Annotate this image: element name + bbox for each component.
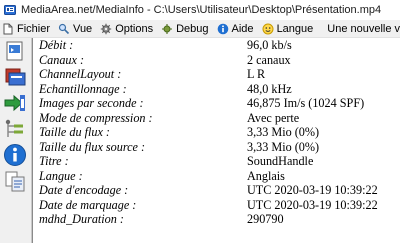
- update-available-notice[interactable]: Une nouvelle version est disponible: [327, 23, 400, 35]
- info-row: Canaux : 2 canaux: [33, 53, 400, 68]
- mediainfo-app-icon: [4, 5, 16, 15]
- info-row: Date de marquage : UTC 2020-03-19 10:39:2…: [33, 198, 400, 213]
- info-key: Débit :: [39, 38, 74, 52]
- menu-langue[interactable]: Langue: [262, 22, 314, 35]
- language-icon: [262, 23, 274, 34]
- menu-label-aide: Aide: [231, 22, 254, 35]
- menu-options[interactable]: Options: [100, 23, 153, 35]
- info-row: mdhd_Duration : 290790: [33, 212, 400, 227]
- sidebar-toolbar: [0, 38, 32, 243]
- media-info-panel[interactable]: Débit : 96,0 kb/s Canaux : 2 canaux Channe…: [32, 38, 400, 243]
- info-key: ChannelLayout :: [39, 67, 122, 81]
- info-value: 46,875 Im/s (1024 SPF): [247, 96, 365, 110]
- info-row: Echantillonnage : 48,0 kHz: [33, 82, 400, 97]
- info-row: Titre : SoundHandle: [33, 154, 400, 169]
- info-value: Avec perte: [247, 110, 300, 125]
- info-row: Taille du flux source : 3,33 Mio (0%): [33, 140, 400, 155]
- info-key: Date de marquage :: [39, 197, 137, 212]
- info-key: mdhd_Duration :: [39, 212, 124, 226]
- info-row: Images par seconde : 46,875 Im/s (1024 SP…: [33, 96, 400, 111]
- menu-vue[interactable]: Vue: [58, 23, 92, 35]
- window-title: MediaArea.net/MediaInfo - C:\Users\Utili…: [21, 4, 382, 16]
- menu-aide[interactable]: Aide: [217, 23, 254, 35]
- info-value: UTC 2020-03-19 10:39:22: [247, 197, 378, 212]
- info-value: 48,0 kHz: [247, 81, 292, 96]
- tree-view-icon[interactable]: [3, 117, 27, 141]
- info-value: 2 canaux: [247, 52, 291, 67]
- info-row: Taille du flux : 3,33 Mio (0%): [33, 125, 400, 140]
- open-file-icon[interactable]: [3, 39, 27, 63]
- info-key: Canaux :: [39, 52, 85, 67]
- file-icon: [3, 23, 13, 34]
- info-value: UTC 2020-03-19 10:39:22: [247, 183, 378, 197]
- info-value: 290790: [247, 212, 284, 226]
- info-value: 3,33 Mio (0%): [247, 139, 320, 154]
- info-row: Débit : 96,0 kb/s: [33, 38, 400, 53]
- info-value: Anglais: [247, 168, 285, 183]
- export-icon[interactable]: [3, 91, 27, 115]
- menu-label-debug: Debug: [176, 22, 209, 35]
- info-key: Titre :: [39, 154, 69, 168]
- info-row: Date d'encodage : UTC 2020-03-19 10:39:22: [33, 183, 400, 198]
- info-key: Echantillonnage :: [39, 81, 127, 96]
- menu-debug[interactable]: Debug: [161, 22, 209, 35]
- menu-label-vue: Vue: [73, 22, 93, 35]
- menu-bar: Fichier Vue Options Debug Aide Langue Un…: [0, 20, 400, 38]
- info-key: Mode de compression :: [39, 110, 153, 125]
- menu-label-fichier: Fichier: [17, 22, 51, 35]
- help-icon: [217, 23, 228, 34]
- info-value: 96,0 kb/s: [247, 38, 292, 52]
- options-icon: [100, 23, 112, 34]
- info-row: ChannelLayout : L R: [33, 67, 400, 82]
- menu-label-langue: Langue: [276, 22, 314, 35]
- info-row: Mode de compression : Avec perte: [33, 111, 400, 126]
- info-row: Langue : Anglais: [33, 169, 400, 184]
- info-key: Date d'encodage :: [39, 183, 129, 197]
- menu-label-options: Options: [115, 22, 154, 35]
- info-value: SoundHandle: [247, 154, 314, 168]
- info-key: Images par seconde :: [39, 96, 144, 110]
- view-icon: [58, 23, 70, 34]
- info-key: Taille du flux source :: [39, 139, 146, 154]
- open-folder-icon[interactable]: [3, 65, 27, 89]
- info-value: 3,33 Mio (0%): [247, 125, 320, 139]
- copy-icon[interactable]: [3, 169, 27, 193]
- menu-fichier[interactable]: Fichier: [2, 23, 50, 35]
- info-icon[interactable]: [3, 143, 27, 167]
- info-key: Taille du flux :: [39, 125, 110, 139]
- debug-icon: [162, 23, 173, 34]
- info-value: L R: [247, 67, 266, 81]
- info-key: Langue :: [39, 168, 83, 183]
- title-bar: MediaArea.net/MediaInfo - C:\Users\Utili…: [0, 0, 400, 20]
